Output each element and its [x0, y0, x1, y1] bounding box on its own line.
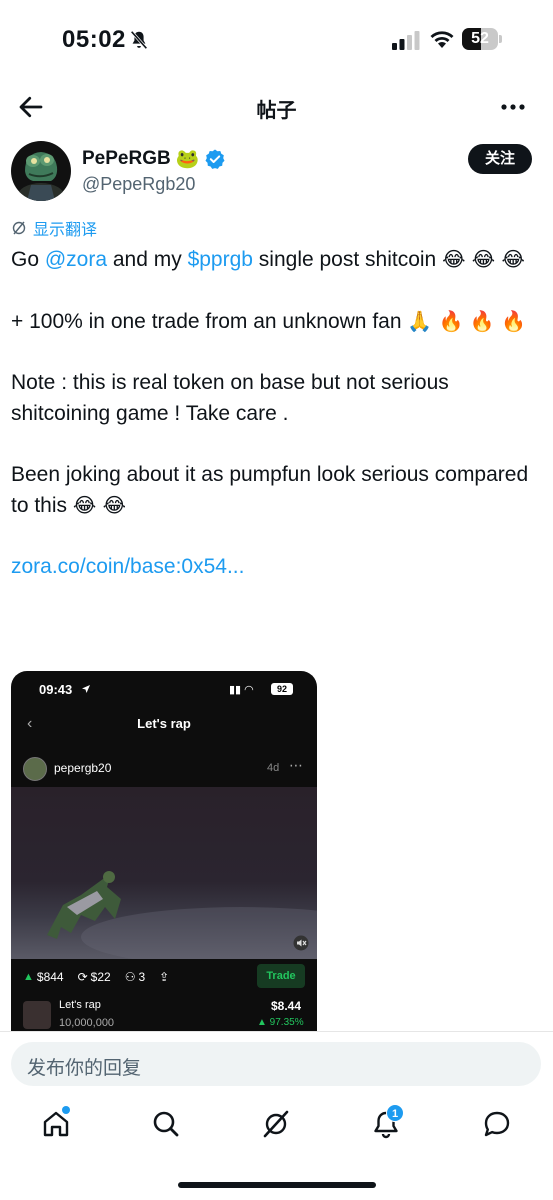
tab-grok[interactable] — [260, 1108, 292, 1140]
media-username: pepergb20 — [54, 761, 112, 775]
media-battery: 92 — [271, 683, 293, 695]
follow-button[interactable]: 关注 — [468, 144, 532, 174]
media-more-icon: ⋯ — [289, 757, 303, 773]
location-arrow-icon — [82, 685, 90, 693]
tweet-text-segment: Go — [11, 248, 45, 271]
media-coin-name: Let's rap — [59, 999, 101, 1011]
page-title: 帖子 — [256, 100, 297, 122]
wifi-icon — [430, 31, 454, 48]
laugh-emoji: 😂 😂 😂 — [442, 247, 525, 271]
author-avatar[interactable] — [11, 141, 71, 201]
volume-stat: ⟳ $22 — [77, 970, 111, 984]
media-screen-title: Let's rap — [137, 716, 191, 731]
tweet-text-segment: + 100% in one trade from an unknown fan — [11, 310, 408, 333]
tab-messages[interactable] — [481, 1108, 513, 1140]
tab-home[interactable] — [40, 1106, 72, 1140]
media-trade-button: Trade — [257, 964, 305, 988]
tab-search[interactable] — [150, 1108, 182, 1140]
media-coin-supply: 10,000,000 — [59, 1017, 115, 1029]
verified-badge-icon — [205, 149, 225, 169]
media-coin-thumbnail — [23, 1001, 51, 1029]
battery-indicator: 52 — [462, 28, 502, 50]
notification-count-badge: 1 — [386, 1104, 404, 1122]
tweet-text-segment: and my — [107, 248, 188, 271]
frog-emoji: 🐸 — [175, 148, 200, 170]
reply-placeholder: 发布你的回复 — [27, 1058, 142, 1079]
media-user-avatar — [23, 757, 47, 781]
author-name-row: PePeRGB 🐸 — [82, 146, 226, 172]
tab-notifications[interactable]: 1 — [370, 1104, 404, 1140]
reply-input[interactable]: 发布你的回复 — [11, 1042, 541, 1086]
media-coin-price: $8.44 — [271, 999, 302, 1013]
show-translation-label: 显示翻译 — [33, 222, 98, 239]
tweet-media-image[interactable]: 09:43 ▮▮ ◠ 92 ‹ Let's rap pepergb20 4d ⋯… — [11, 671, 317, 1031]
top-nav: 帖子 — [0, 82, 553, 130]
status-bar: 05:02 52 — [0, 0, 553, 82]
tweet-body: Go @zora and my $pprgb single post shitc… — [11, 244, 541, 583]
media-video-frame — [11, 787, 317, 967]
author-name[interactable]: PePeRGB — [82, 148, 171, 170]
bell-off-icon — [130, 30, 148, 50]
grok-icon — [263, 1110, 289, 1138]
laugh-emoji: 😂 😂 — [72, 493, 126, 517]
cashtag-link[interactable]: $pprgb — [188, 248, 253, 271]
signal-icon — [392, 31, 420, 50]
tweet-text-segment: single post shitcoin — [252, 248, 443, 271]
battery-level: 52 — [471, 30, 489, 47]
media-status-time: 09:43 — [39, 682, 73, 697]
mention-link[interactable]: @zora — [45, 248, 107, 271]
status-time: 05:02 — [62, 26, 126, 53]
external-link[interactable]: zora.co/coin/base:0x54... — [11, 552, 541, 583]
media-post-age: 4d — [267, 762, 280, 774]
pray-fire-emoji: 🙏 🔥 🔥 🔥 — [407, 309, 527, 333]
holders-stat: ⚇ 3 — [124, 970, 146, 984]
mute-icon — [293, 935, 309, 951]
media-signal-wifi-icon: ▮▮ ◠ — [229, 684, 254, 696]
media-coin-change: ▲ 97.35% — [257, 1017, 304, 1028]
author-handle[interactable]: @PepeRgb20 — [82, 174, 195, 195]
media-coin-stats: ▲ $844 ⟳ $22 ⚇ 3 ⇪ — [23, 967, 169, 987]
home-unread-dot — [62, 1106, 70, 1114]
tweet-paragraph-4: Been joking about it as pumpfun look ser… — [11, 460, 541, 522]
more-options-icon[interactable] — [498, 94, 528, 120]
search-icon — [153, 1111, 179, 1137]
show-translation-link[interactable]: 显示翻译 — [11, 217, 97, 239]
market-cap-stat: ▲ $844 — [23, 970, 64, 984]
translate-icon — [12, 221, 26, 235]
tweet-paragraph-3: Note : this is real token on base but no… — [11, 371, 449, 425]
bottom-tab-bar: 1 — [0, 1098, 553, 1158]
share-icon: ⇪ — [159, 970, 170, 984]
tweet-paragraph-1: Go @zora and my $pprgb single post shitc… — [11, 244, 541, 276]
tweet-paragraph-2: + 100% in one trade from an unknown fan … — [11, 306, 541, 338]
home-indicator — [178, 1182, 376, 1188]
divider — [0, 1031, 553, 1032]
chat-bubble-icon — [484, 1111, 510, 1137]
